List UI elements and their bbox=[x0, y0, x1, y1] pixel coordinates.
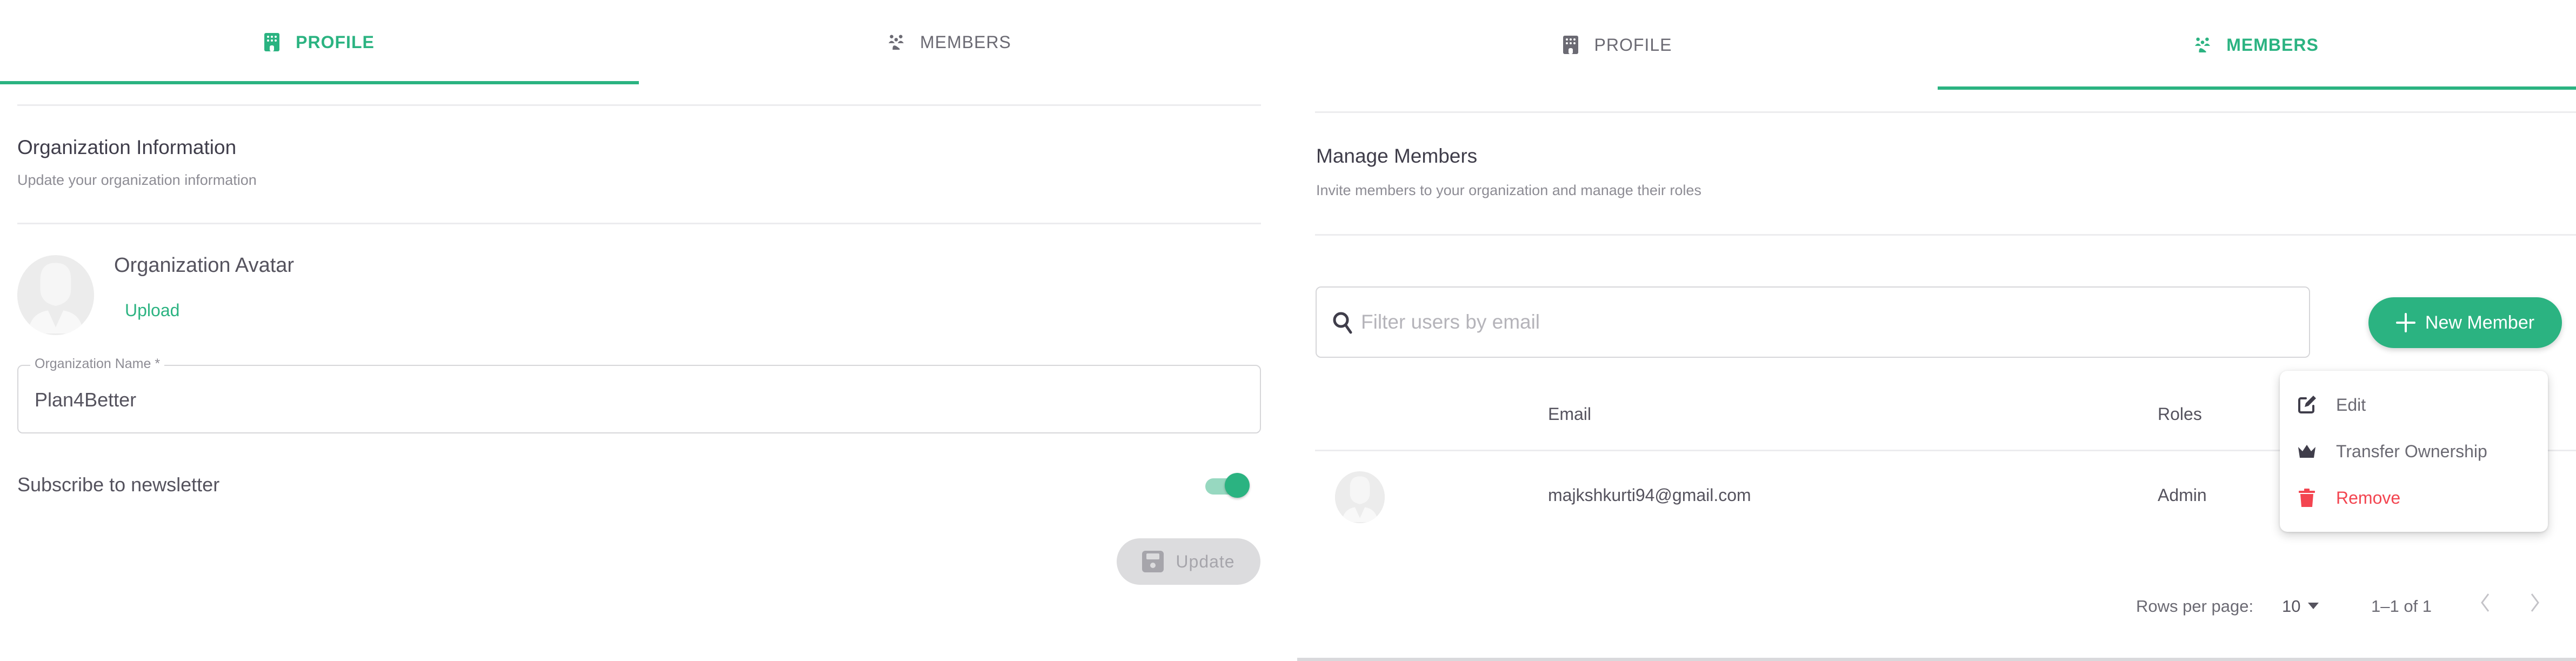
menu-item-transfer-ownership[interactable]: Transfer Ownership bbox=[2280, 428, 2548, 475]
section-title: Manage Members bbox=[1316, 145, 1478, 167]
section-title: Organization Information bbox=[17, 136, 237, 158]
avatar-label: Organization Avatar bbox=[114, 254, 295, 277]
upload-button[interactable]: Upload bbox=[125, 301, 179, 321]
pagination-range: 1–1 of 1 bbox=[2371, 597, 2432, 616]
search-icon bbox=[1333, 312, 1352, 334]
tab-members-label: MEMBERS bbox=[2226, 35, 2319, 55]
toggle-thumb bbox=[1225, 473, 1250, 498]
tab-profile[interactable]: PROFILE bbox=[1297, 0, 1938, 90]
previous-page-button[interactable] bbox=[2479, 592, 2492, 619]
member-search-field[interactable] bbox=[1316, 286, 2310, 358]
member-role: Admin bbox=[2158, 485, 2207, 505]
search-input[interactable] bbox=[1361, 311, 2226, 333]
menu-item-edit-label: Edit bbox=[2336, 395, 2366, 415]
save-icon bbox=[1142, 551, 1164, 572]
avatar-placeholder-icon bbox=[1335, 472, 1385, 522]
organization-members-panel: PROFILE MEMBERS Manage Members Invite me… bbox=[1297, 0, 2576, 661]
building-icon bbox=[1563, 36, 1578, 54]
crown-icon bbox=[2298, 445, 2315, 458]
tab-members[interactable]: MEMBERS bbox=[639, 0, 1261, 84]
section-subtitle: Update your organization information bbox=[17, 172, 257, 188]
organization-name-value[interactable]: Plan4Better bbox=[35, 389, 136, 411]
rows-per-page-value: 10 bbox=[2282, 597, 2301, 616]
section-subtitle: Invite members to your organization and … bbox=[1316, 182, 1701, 198]
chevron-left-icon bbox=[2481, 593, 2490, 612]
update-button-label: Update bbox=[1176, 551, 1235, 571]
rows-per-page-select[interactable]: 10 bbox=[2282, 597, 2319, 616]
edit-icon bbox=[2298, 396, 2316, 413]
tab-members-label: MEMBERS bbox=[920, 32, 1011, 52]
menu-item-edit[interactable]: Edit bbox=[2280, 382, 2548, 428]
avatar-placeholder-icon bbox=[17, 257, 94, 333]
menu-item-transfer-label: Transfer Ownership bbox=[2336, 441, 2487, 461]
caret-down-icon bbox=[2308, 603, 2319, 609]
menu-item-remove-label: Remove bbox=[2336, 488, 2401, 508]
tab-bar: PROFILE MEMBERS bbox=[0, 0, 1261, 84]
active-tab-indicator bbox=[1938, 86, 2576, 90]
member-actions-menu: Edit Transfer Ownership Remove bbox=[2280, 371, 2548, 532]
member-avatar bbox=[1335, 471, 1385, 523]
organization-profile-panel: PROFILE MEMBERS Organization Information… bbox=[0, 0, 1261, 661]
column-header-roles[interactable]: Roles bbox=[2158, 404, 2202, 424]
column-header-email[interactable]: Email bbox=[1548, 404, 1591, 424]
new-member-button[interactable]: New Member bbox=[2368, 297, 2562, 348]
rows-per-page-label: Rows per page: bbox=[2136, 597, 2254, 616]
tab-profile-label: PROFILE bbox=[296, 32, 375, 52]
tab-members[interactable]: MEMBERS bbox=[1938, 0, 2576, 90]
tab-bar: PROFILE MEMBERS bbox=[1297, 0, 2576, 90]
organization-name-field[interactable]: Organization Name * Plan4Better bbox=[17, 356, 1261, 433]
organization-avatar bbox=[17, 255, 94, 335]
chevron-right-icon bbox=[2531, 593, 2539, 612]
tab-profile-label: PROFILE bbox=[1594, 35, 1672, 55]
member-email: majkshkurti94@gmail.com bbox=[1548, 485, 1751, 505]
trash-icon bbox=[2299, 489, 2315, 507]
card-bottom-edge bbox=[1297, 658, 2576, 661]
divider bbox=[1315, 111, 2576, 113]
divider bbox=[1315, 234, 2576, 236]
active-tab-indicator bbox=[0, 81, 639, 84]
building-icon bbox=[264, 33, 280, 51]
newsletter-toggle[interactable] bbox=[1202, 471, 1250, 499]
users-icon bbox=[889, 35, 904, 50]
next-page-button[interactable] bbox=[2528, 592, 2541, 619]
new-member-label: New Member bbox=[2425, 312, 2535, 333]
divider bbox=[17, 223, 1261, 224]
organization-name-label: Organization Name * bbox=[30, 356, 165, 372]
newsletter-label: Subscribe to newsletter bbox=[17, 473, 220, 496]
update-button[interactable]: Update bbox=[1117, 538, 1260, 585]
tab-profile[interactable]: PROFILE bbox=[0, 0, 639, 84]
users-icon bbox=[2195, 37, 2211, 52]
plus-icon bbox=[2395, 313, 2415, 332]
menu-item-remove[interactable]: Remove bbox=[2280, 475, 2548, 521]
divider bbox=[17, 104, 1261, 106]
